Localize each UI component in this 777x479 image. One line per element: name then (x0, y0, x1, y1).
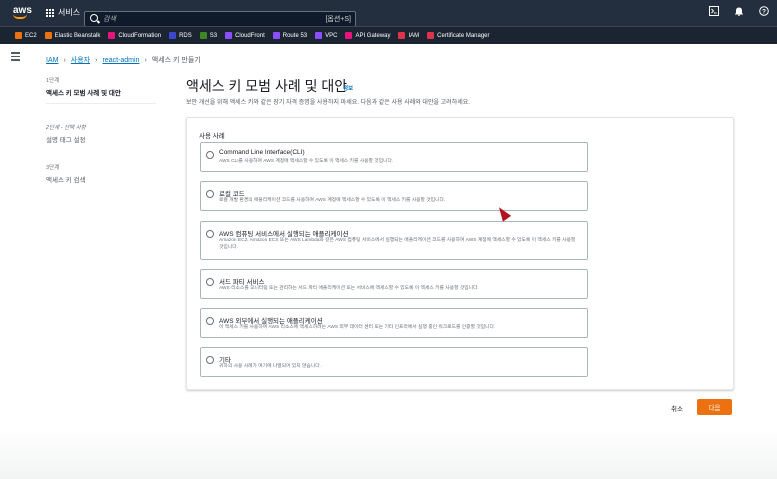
option-outside-aws[interactable]: AWS 외부에서 실행되는 애플리케이션 이 액세스 키를 사용하여 AWS 리… (200, 308, 588, 338)
option-description: AWS 리소스를 모니터링 또는 관리하는 서드 파티 애플리케이션 또는 서비… (219, 286, 479, 291)
grid-icon (46, 8, 54, 17)
step-label: 설명 태그 설정 (46, 137, 86, 144)
service-icon (427, 32, 435, 39)
use-case-panel: 사용 사례 Command Line Interface(CLI) AWS CL… (186, 117, 734, 390)
step-number: 2단계 - 선택 사항 (46, 125, 86, 131)
step-label: 액세스 키 모범 사례 및 대안 (46, 90, 121, 97)
search-input[interactable]: 검색 [옵션+S] (84, 11, 356, 27)
favorite-label: IAM (408, 32, 420, 39)
service-icon (272, 32, 280, 39)
breadcrumb-current: 액세스 키 만들기 (151, 57, 201, 64)
favorite-label: CloudFormation (118, 32, 162, 39)
favorite-link[interactable]: RDS (169, 32, 192, 39)
step-number: 3단계 (46, 165, 60, 171)
radio-button[interactable] (206, 317, 214, 325)
favorite-link[interactable]: CloudFront (225, 32, 265, 39)
favorite-link[interactable]: CloudFormation (108, 32, 161, 39)
option-description: Amazon EC2, Amazon ECS 또는 AWS Lambda와 같은… (219, 238, 576, 250)
option-description: AWS CLI를 사용하여 AWS 계정에 액세스할 수 있도록 이 액세스 키… (219, 159, 394, 164)
option-title: Command Line Interface(CLI) (219, 149, 305, 156)
favorite-link[interactable]: VPC (315, 32, 337, 39)
step-1[interactable]: 1단계 액세스 키 모범 사례 및 대안 (46, 76, 156, 104)
favorite-label: RDS (179, 32, 192, 39)
service-icon (108, 32, 116, 39)
option-description: 귀하의 사용 사례가 여기에 나열되어 있지 않습니다. (219, 364, 322, 369)
radio-button[interactable] (206, 190, 214, 198)
option-third-party[interactable]: 서드 파티 서비스 AWS 리소스를 모니터링 또는 관리하는 서드 파티 애플… (200, 269, 588, 299)
use-case-label: 사용 사례 (199, 133, 225, 140)
favorite-label: Elastic Beanstalk (54, 32, 101, 39)
service-icon (169, 32, 177, 39)
step-label: 액세스 키 검색 (46, 177, 86, 184)
next-button[interactable]: 다음 (697, 399, 732, 415)
option-title: 기타 (219, 357, 231, 364)
search-icon (90, 14, 98, 22)
option-description: 로컬 개발 환경의 애플리케이션 코드를 사용하여 AWS 계정에 액세스할 수… (219, 198, 446, 203)
favorite-label: S3 (209, 32, 218, 39)
favorite-link[interactable]: API Gateway (345, 32, 390, 39)
bell-icon[interactable] (733, 6, 745, 18)
breadcrumb-users-link[interactable]: 사용자 (71, 55, 90, 65)
service-icon (225, 32, 233, 39)
favorite-link[interactable]: Elastic Beanstalk (44, 32, 101, 39)
search-placeholder: 검색 (103, 16, 116, 23)
service-icon (15, 32, 22, 39)
radio-button[interactable] (206, 151, 214, 159)
option-title: AWS 외부에서 실행되는 애플리케이션 (219, 318, 323, 325)
cancel-button[interactable]: 취소 (671, 403, 683, 413)
option-title: AWS 컴퓨팅 서비스에서 실행되는 애플리케이션 (219, 231, 349, 238)
favorite-label: API Gateway (355, 32, 391, 39)
favorite-label: Route 53 (282, 32, 308, 39)
favorite-label: EC2 (25, 32, 37, 39)
step-3[interactable]: 3단계 액세스 키 검색 (46, 163, 156, 184)
option-cli[interactable]: Command Line Interface(CLI) AWS CLI를 사용하… (200, 142, 588, 172)
service-icon (44, 32, 52, 39)
service-icon (345, 32, 353, 39)
radio-button[interactable] (206, 278, 214, 286)
info-link[interactable]: 정보 (343, 84, 353, 92)
services-label: 서비스 (58, 8, 81, 17)
aws-logo[interactable]: aws (13, 6, 32, 19)
favorites-bar: EC2 Elastic Beanstalk CloudFormation RDS S3 C… (0, 26, 777, 44)
favorite-link[interactable]: Route 53 (272, 32, 308, 39)
services-menu-button[interactable]: 서비스 (46, 7, 80, 18)
favorite-link[interactable]: EC2 (15, 32, 37, 39)
favorite-label: Certificate Manager (437, 32, 490, 39)
favorite-link[interactable]: S3 (199, 32, 218, 39)
step-2[interactable]: 2단계 - 선택 사항 설명 태그 설정 (46, 123, 156, 144)
option-title: 서드 파티 서비스 (219, 279, 265, 286)
breadcrumb: IAM › 사용자 › react-admin › 액세스 키 만들기 (46, 55, 201, 65)
service-icon (315, 32, 323, 39)
wizard-steps: 1단계 액세스 키 모범 사례 및 대안 2단계 - 선택 사항 설명 태그 설… (46, 76, 156, 203)
breadcrumb-iam-link[interactable]: IAM (46, 57, 58, 64)
chevron-right-icon: › (95, 56, 98, 64)
option-local-code[interactable]: 로컬 코드 로컬 개발 환경의 애플리케이션 코드를 사용하여 AWS 계정에 … (200, 181, 588, 211)
option-description: 이 액세스 키를 사용하여 AWS 리소스에 액세스하려는 AWS 외부 데이터… (219, 325, 496, 330)
favorite-label: VPC (325, 32, 338, 39)
service-icon (199, 32, 207, 39)
step-number: 1단계 (46, 78, 60, 84)
svg-text:?: ? (762, 8, 766, 15)
option-title: 로컬 코드 (219, 191, 245, 198)
chevron-right-icon: › (144, 56, 147, 64)
favorite-label: CloudFront (235, 32, 265, 39)
menu-icon[interactable] (11, 52, 20, 63)
search-shortcut: [옵션+S] (325, 16, 351, 23)
help-icon[interactable]: ? (758, 6, 770, 18)
breadcrumb-user-link[interactable]: react-admin (102, 57, 139, 64)
page-title: 액세스 키 모범 사례 및 대안 (186, 78, 348, 94)
option-other[interactable]: 기타 귀하의 사용 사례가 여기에 나열되어 있지 않습니다. (200, 347, 588, 377)
page-bottom (0, 430, 777, 479)
favorite-link[interactable]: IAM (398, 32, 419, 39)
top-navigation-bar: aws 서비스 검색 [옵션+S] ? (0, 0, 777, 27)
cloudshell-icon[interactable] (708, 6, 720, 18)
favorite-link[interactable]: Certificate Manager (427, 32, 490, 39)
option-aws-compute[interactable]: AWS 컴퓨팅 서비스에서 실행되는 애플리케이션 Amazon EC2, Am… (200, 221, 588, 260)
chevron-right-icon: › (63, 56, 66, 64)
radio-button[interactable] (206, 356, 214, 364)
service-icon (398, 32, 406, 39)
page-subtitle: 보안 개선을 위해 액세스 키와 같은 장기 자격 증명을 사용하지 마세요. … (186, 100, 470, 106)
radio-button[interactable] (206, 230, 214, 238)
